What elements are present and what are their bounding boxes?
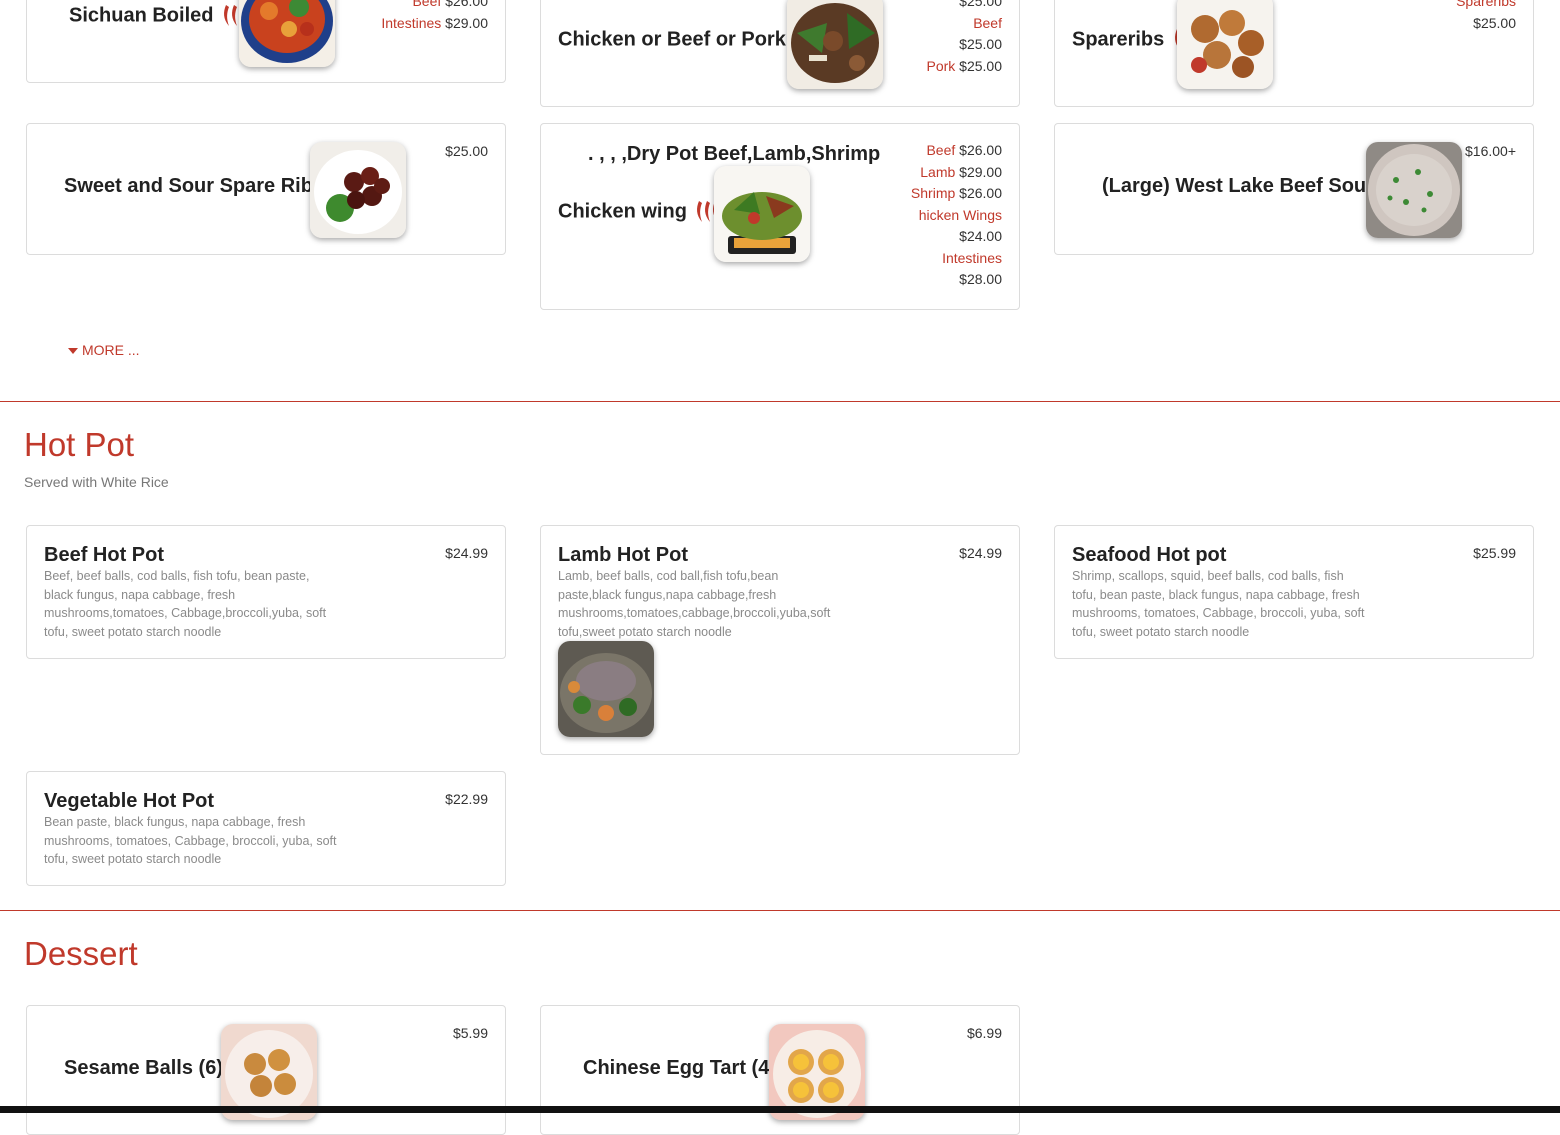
item-price: $24.99 xyxy=(959,545,1002,561)
price-list: $25.00 Beef $25.00 Pork $25.00 xyxy=(926,0,1002,74)
price-list: Beef $26.00 Lamb $29.00 Shrimp $26.00 hi… xyxy=(910,142,1002,287)
item-name-line2: Chicken wing xyxy=(558,199,722,225)
item-description: Beef, beef balls, cod balls, fish tofu, … xyxy=(44,569,327,639)
item-price: $24.99 xyxy=(445,545,488,561)
item-name-line1: . , , ,Dry Pot Beef,Lamb,Shrimp xyxy=(588,143,881,165)
price-list: Spareribs $25.00 xyxy=(1456,0,1516,31)
menu-item-sweet-sour-spare-ribs[interactable]: Sweet and Sour Spare Ribs $25.00 xyxy=(26,123,506,255)
caret-down-icon xyxy=(68,348,78,355)
section-divider xyxy=(0,401,1560,402)
item-price: $6.99 xyxy=(966,1025,1002,1041)
menu-item-seafood-hot-pot[interactable]: Seafood Hot pot $25.99 Shrimp, scallops,… xyxy=(1054,525,1534,659)
price-list: Beef $26.00 Intestines $29.00 xyxy=(381,0,488,31)
item-name: Lamb Hot Pot xyxy=(558,544,688,566)
menu-item-sesame-balls[interactable]: Sesame Balls (6) $5.99 xyxy=(26,1005,506,1135)
food-photo[interactable] xyxy=(558,641,654,737)
item-name: Beef Hot Pot xyxy=(44,544,164,566)
item-description: Bean paste, black fungus, napa cabbage, … xyxy=(44,815,337,866)
section-title-dessert: Dessert xyxy=(24,935,138,972)
item-name: Sweet and Sour Spare Ribs xyxy=(64,175,325,197)
food-photo[interactable] xyxy=(310,142,406,238)
item-price: $25.00 xyxy=(445,143,488,159)
menu-item-west-lake-beef-soup[interactable]: (Large) West Lake Beef Soup $16.00+ xyxy=(1054,123,1534,255)
food-photo[interactable] xyxy=(1366,142,1462,238)
food-photo[interactable] xyxy=(714,166,810,262)
section-divider xyxy=(0,910,1560,911)
food-photo[interactable] xyxy=(787,0,883,89)
item-price: $25.99 xyxy=(1473,545,1516,561)
item-name: Sichuan Boiled xyxy=(69,3,249,29)
more-button[interactable]: MORE ... xyxy=(68,342,140,358)
item-description: Shrimp, scallops, squid, beef balls, cod… xyxy=(1072,569,1365,639)
section-subtitle: Served with White Rice xyxy=(24,474,169,490)
menu-item-lamb-hot-pot[interactable]: Lamb Hot Pot $24.99 Lamb, beef balls, co… xyxy=(540,525,1020,755)
bottom-bar xyxy=(0,1106,1560,1113)
menu-item-beef-hot-pot[interactable]: Beef Hot Pot $24.99 Beef, beef balls, co… xyxy=(26,525,506,659)
food-photo[interactable] xyxy=(1177,0,1273,89)
menu-item-chicken-beef-pork[interactable]: Chicken or Beef or Pork $25.00 Beef $25.… xyxy=(540,0,1020,107)
item-name: Spareribs xyxy=(1072,27,1184,53)
item-name: Chinese Egg Tart (4) xyxy=(583,1057,776,1079)
item-price: $16.00+ xyxy=(1465,143,1516,159)
food-photo[interactable] xyxy=(239,0,335,67)
item-name: Seafood Hot pot xyxy=(1072,544,1227,566)
item-name: Vegetable Hot Pot xyxy=(44,790,215,812)
menu-item-spareribs[interactable]: Spareribs Spareribs $25.00 xyxy=(1054,0,1534,107)
menu-item-dry-pot[interactable]: . , , ,Dry Pot Beef,Lamb,Shrimp Chicken … xyxy=(540,123,1020,310)
item-name: Sesame Balls (6) xyxy=(64,1057,223,1079)
item-description: Lamb, beef balls, cod ball,fish tofu,bea… xyxy=(558,569,831,639)
menu-item-chinese-egg-tart[interactable]: Chinese Egg Tart (4) $6.99 xyxy=(540,1005,1020,1135)
item-price: $22.99 xyxy=(445,791,488,807)
section-title-hot-pot: Hot Pot xyxy=(24,426,135,463)
menu-item-vegetable-hot-pot[interactable]: Vegetable Hot Pot $22.99 Bean paste, bla… xyxy=(26,771,506,886)
menu-item-sichuan-boiled[interactable]: Sichuan Boiled Beef $26.00 Intestines $2… xyxy=(26,0,506,83)
item-name: (Large) West Lake Beef Soup xyxy=(1102,175,1379,197)
item-price: $5.99 xyxy=(452,1025,488,1041)
item-name: Chicken or Beef or Pork xyxy=(558,27,805,53)
